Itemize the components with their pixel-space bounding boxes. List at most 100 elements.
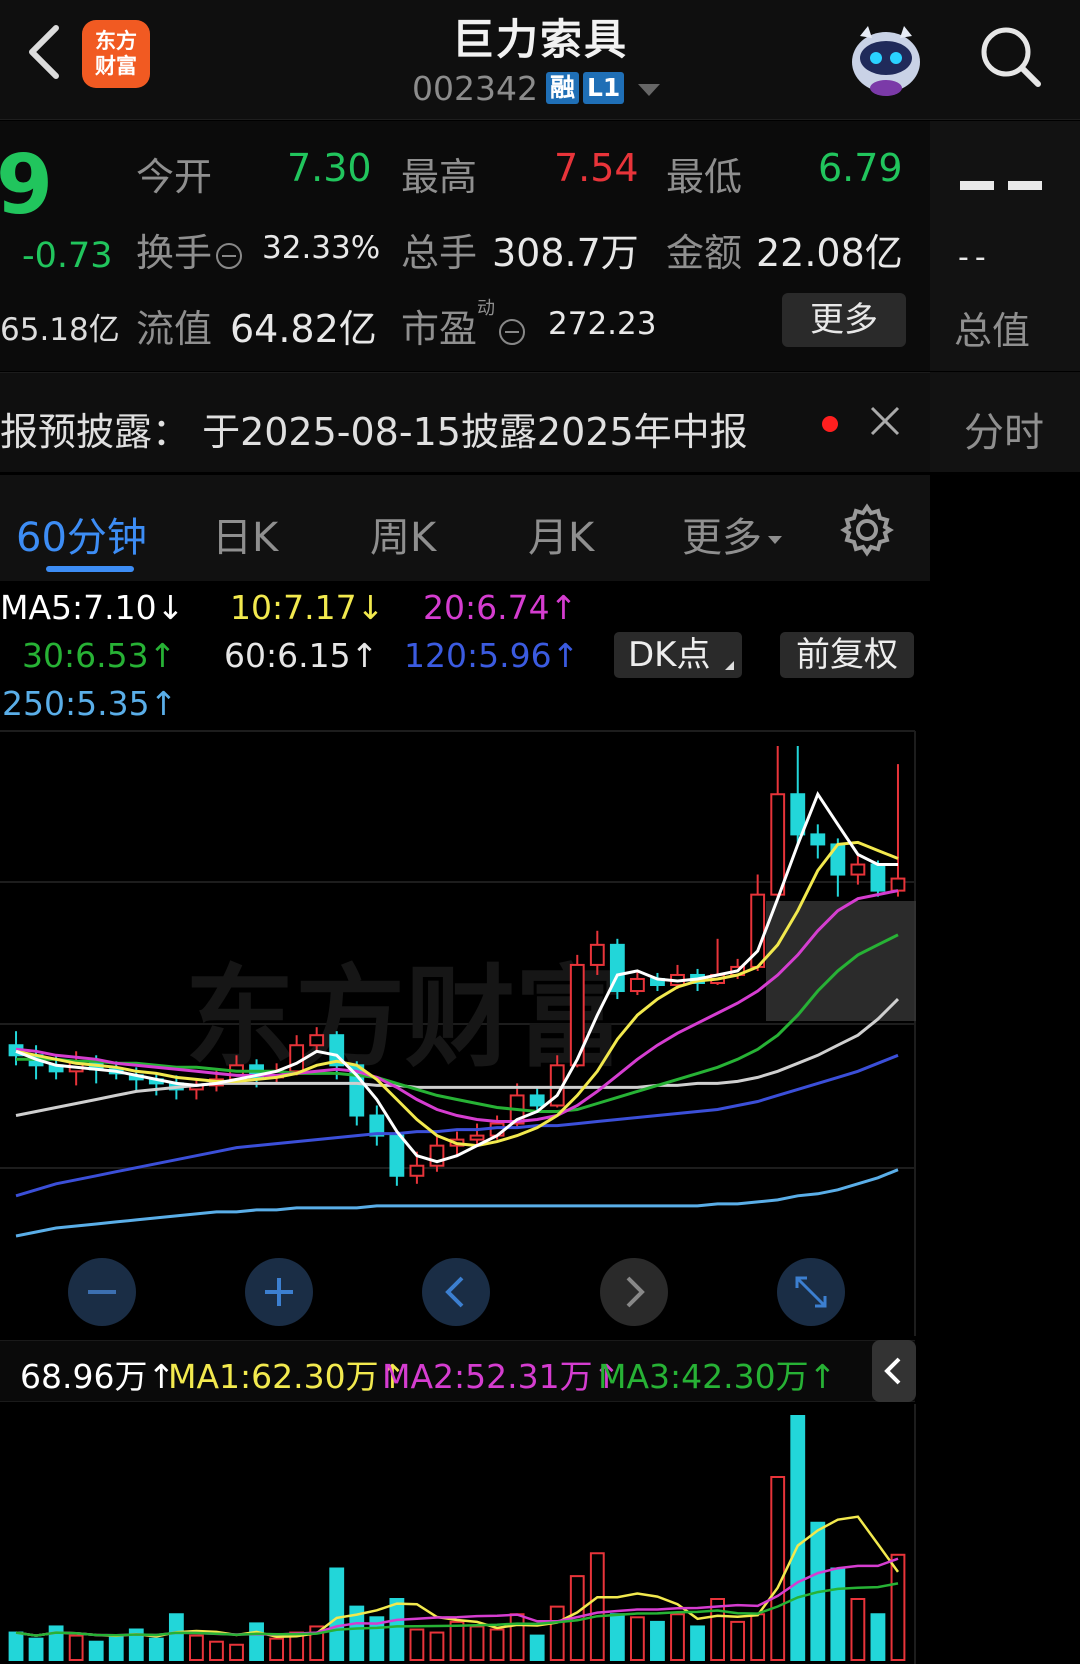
plus-icon: [265, 1278, 293, 1306]
volume-bar: [589, 1552, 605, 1661]
ma250-legend: 250:5.35↑: [2, 684, 178, 723]
zoom-out-button[interactable]: [68, 1258, 136, 1326]
candle: [810, 824, 826, 859]
volume-bar: [609, 1613, 625, 1661]
tab-more[interactable]: 更多: [682, 505, 782, 563]
scroll-right-button[interactable]: [600, 1258, 668, 1326]
settings-gear-icon[interactable]: [840, 503, 894, 557]
ma5-legend: MA5:7.10↓: [0, 588, 185, 627]
volume-ma1-line: [15, 1515, 900, 1639]
volume-chart[interactable]: [0, 1404, 1080, 1664]
volume-bar: [629, 1616, 645, 1662]
candle-body: [289, 1044, 305, 1073]
candle-body: [790, 793, 806, 836]
volume-bar: [469, 1625, 485, 1661]
level-tag: L1: [583, 72, 625, 104]
tab-daily[interactable]: 日K: [212, 505, 278, 563]
volume-bar: [710, 1598, 725, 1661]
disclosure-text: 报预披露： 于2025-08-15披露2025年中报: [0, 410, 748, 454]
adjustment-button[interactable]: 前复权: [780, 632, 914, 678]
amount-value: 22.08亿: [756, 231, 903, 275]
amount-label: 金额: [666, 231, 743, 275]
volume-bar: [790, 1415, 806, 1661]
pe-label-text: 市盈: [401, 307, 478, 351]
candlestick-chart[interactable]: 东方财富: [0, 726, 1080, 1336]
candle: [609, 938, 625, 1000]
chevron-left-icon: [445, 1276, 464, 1308]
period-tabs: 60分钟 日K 周K 月K 更多: [0, 475, 930, 581]
tab-60min[interactable]: 60分钟: [16, 505, 147, 563]
volume-bar: [750, 1613, 766, 1661]
dk-point-button[interactable]: DK点: [614, 632, 742, 678]
candle: [629, 970, 645, 996]
close-icon[interactable]: [868, 404, 902, 438]
volume-bar: [770, 1476, 786, 1661]
volume-bar: [489, 1628, 505, 1661]
candle-body: [770, 793, 786, 896]
collapse-panel-button[interactable]: [872, 1340, 916, 1402]
candle-body: [850, 863, 866, 876]
pe-value: 272.23: [548, 306, 657, 342]
tab-monthly[interactable]: 月K: [528, 505, 594, 563]
candle-body: [529, 1094, 545, 1107]
volume-bar: [850, 1598, 866, 1661]
candle: [429, 1135, 445, 1172]
tab-intraday[interactable]: 分时: [930, 372, 1080, 472]
float-cap-label: 流值: [136, 307, 213, 351]
candle: [850, 854, 866, 885]
info-circle-icon[interactable]: [216, 242, 243, 269]
fullscreen-button[interactable]: [777, 1258, 845, 1326]
volume-bar: [509, 1613, 525, 1661]
candle: [148, 1073, 164, 1096]
open-label: 今开: [136, 155, 213, 199]
candle: [389, 1131, 405, 1186]
high-value: 7.54: [554, 146, 639, 190]
ma30-legend: 30:6.53↑: [22, 636, 177, 675]
top-bar: 东方 财富 巨力索具 002342 融 L1: [0, 0, 1080, 120]
low-value: 6.79: [818, 146, 903, 190]
volume-ma1: MA1:62.30万↑: [168, 1357, 407, 1396]
volume-bar: [189, 1634, 204, 1662]
volume-bar: [690, 1625, 705, 1661]
search-icon[interactable]: [976, 22, 1046, 92]
expand-icon: [795, 1276, 827, 1308]
more-button[interactable]: 更多: [782, 293, 906, 347]
volume-bar: [28, 1637, 44, 1661]
candle-body: [629, 977, 645, 993]
ma250-line: [15, 1168, 899, 1238]
margin-tag: 融: [545, 72, 579, 104]
volume-bar: [409, 1628, 425, 1661]
turnover-value: 32.33%: [262, 230, 381, 266]
volume-bar: [730, 1620, 746, 1661]
scroll-left-button[interactable]: [422, 1258, 490, 1326]
candle: [369, 1105, 385, 1146]
ma120-legend: 120:5.96↑: [404, 636, 580, 675]
assistant-robot-icon[interactable]: [842, 18, 930, 98]
tab-weekly[interactable]: 周K: [370, 505, 436, 563]
ma10-legend: 10:7.17↓: [230, 588, 385, 627]
volume-bar: [168, 1613, 184, 1661]
stock-code: 002342: [412, 68, 538, 108]
candle-body: [870, 863, 886, 892]
info-circle-icon[interactable]: [499, 318, 526, 345]
candle: [189, 1079, 204, 1100]
total-value-label[interactable]: 总值: [954, 300, 1030, 355]
current-price: 9: [0, 138, 54, 233]
candle-body: [890, 877, 906, 892]
dropdown-triangle-icon: [768, 536, 782, 544]
zoom-in-button[interactable]: [245, 1258, 313, 1326]
candle-body: [589, 943, 605, 966]
disclosure-banner[interactable]: 报预披露： 于2025-08-15披露2025年中报: [0, 372, 930, 472]
unread-dot-icon: [822, 416, 838, 432]
volume-bar: [429, 1631, 445, 1662]
chevron-left-icon: [884, 1357, 901, 1385]
volume-label: 总手: [401, 231, 478, 275]
open-value: 7.30: [287, 146, 372, 190]
minus-icon: [88, 1290, 116, 1294]
tab-more-label: 更多: [682, 515, 762, 561]
volume-bar: [249, 1622, 264, 1661]
pe-dynamic-mark: 动: [477, 298, 496, 320]
dropdown-triangle-icon[interactable]: [638, 84, 661, 96]
volume-bar: [650, 1620, 665, 1661]
volume-bar: [229, 1643, 244, 1661]
